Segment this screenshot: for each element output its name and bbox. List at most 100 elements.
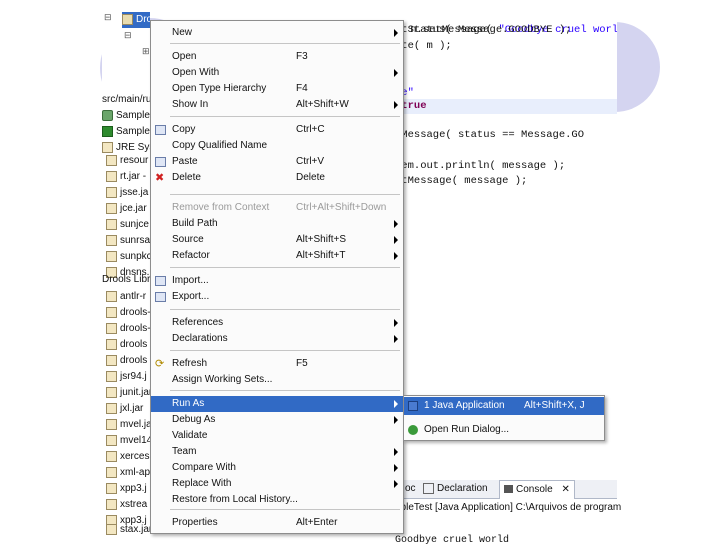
jar-icon (106, 370, 117, 382)
code-line: n.setMessage( "Goodbye cruel worl (410, 24, 617, 36)
menu-item-run-as[interactable]: Run As (151, 396, 403, 412)
menu-item-copy[interactable]: Copy Ctrl+C (151, 122, 403, 138)
menu-separator (170, 267, 400, 268)
tree-item[interactable]: xml-ap (106, 465, 150, 481)
menu-item-debug-as[interactable]: Debug As (151, 412, 403, 428)
tab-javadoc[interactable]: oc (405, 480, 416, 498)
menu-separator (170, 309, 400, 310)
tree-item[interactable]: drools- (106, 321, 150, 337)
menu-item-new[interactable]: New (151, 25, 403, 41)
tree-item[interactable]: xerces (106, 449, 149, 465)
submenu-arrow-icon (394, 335, 398, 343)
submenu-item-open-run-dialog[interactable]: Open Run Dialog... (404, 421, 604, 439)
menu-item-paste[interactable]: Paste Ctrl+V (151, 154, 403, 170)
jar-icon (106, 450, 117, 462)
project-icon (122, 13, 133, 25)
expand-toggle-icon[interactable]: ⊞ (142, 46, 150, 57)
import-icon (155, 276, 166, 286)
menu-item-compare-with[interactable]: Compare With (151, 460, 403, 476)
tree-item[interactable]: drools- (106, 305, 150, 321)
menu-item-show-in[interactable]: Show In Alt+Shift+W (151, 97, 403, 113)
close-icon[interactable]: ✕ (561, 484, 569, 495)
menu-separator (170, 116, 400, 117)
menu-item-references[interactable]: References (151, 315, 403, 331)
refresh-icon: ⟳ (155, 358, 165, 370)
menu-item-remove-from-context: Remove from Context Ctrl+Alt+Shift+Down (172, 202, 387, 213)
jar-icon (106, 322, 117, 334)
submenu-arrow-icon (394, 69, 398, 77)
menu-item-delete[interactable]: ✖ Delete Delete (151, 170, 403, 186)
tree-item[interactable]: sunpkc (106, 249, 150, 265)
tree-item[interactable]: sunjce (106, 217, 149, 233)
jar-icon (106, 250, 117, 262)
menu-item-refactor[interactable]: Refactor Alt+Shift+T (151, 248, 403, 264)
tree-item[interactable]: jce.jar (106, 201, 147, 217)
tree-item[interactable]: xpp3.j (106, 481, 147, 497)
tree-item[interactable]: Sample (102, 124, 150, 140)
bottom-views: oc Declaration Console ✕ ableTest [Java … (395, 480, 621, 540)
jar-icon (106, 434, 117, 446)
menu-item-refresh[interactable]: ⟳ Refresh F5 (151, 356, 403, 372)
menu-item-build-path[interactable]: Build Path (151, 216, 403, 232)
menu-item-open[interactable]: Open F3 (151, 49, 403, 65)
menu-separator (170, 43, 400, 44)
collapse-toggle-icon[interactable]: ⊟ (104, 12, 112, 23)
tree-item[interactable]: mvel14 (106, 433, 150, 449)
code-editor[interactable]: n.setMessage( "Goodbye cruel worl etStat… (395, 0, 617, 200)
menu-item-export[interactable]: Export... (151, 289, 403, 305)
tree-item[interactable]: drools (106, 353, 147, 369)
tree-item[interactable]: xstrea (106, 497, 147, 513)
tree-item[interactable]: sunrsa (106, 233, 150, 249)
tree-item[interactable]: rt.jar - (106, 169, 146, 185)
menu-item-open-type-hierarchy[interactable]: Open Type Hierarchy F4 (151, 81, 403, 97)
tree-item[interactable]: junit.jar (106, 385, 150, 401)
menu-item-open-with[interactable]: Open With (151, 65, 403, 81)
menu-item-properties[interactable]: Properties Alt+Enter (151, 515, 403, 531)
menu-item-declarations[interactable]: Declarations (151, 331, 403, 347)
console-icon (504, 485, 513, 494)
tree-item[interactable]: jxl.jar (106, 401, 143, 417)
menu-item-team[interactable]: Team (151, 444, 403, 460)
tree-item[interactable]: jsr94.j (106, 369, 147, 385)
jar-icon (106, 418, 117, 430)
code-line: etStatus( Message.GOODBYE ); (395, 24, 572, 36)
tree-item[interactable]: jsse.ja (106, 185, 148, 201)
jar-icon (106, 306, 117, 318)
tree-item[interactable]: antlr-r (106, 289, 146, 305)
tree-item[interactable]: src/main/ru (102, 92, 150, 108)
jar-icon (106, 186, 117, 198)
collapse-toggle-icon[interactable]: ⊟ (124, 30, 132, 41)
menu-item-validate[interactable]: Validate (151, 428, 403, 444)
menu-item-import[interactable]: Import... (151, 273, 403, 289)
tab-console[interactable]: Console ✕ (499, 480, 575, 499)
menu-item-assign-working-sets[interactable]: Assign Working Sets... (151, 372, 403, 388)
menu-item-source[interactable]: Source Alt+Shift+S (151, 232, 403, 248)
tree-item[interactable]: drools (106, 337, 147, 353)
jar-icon (106, 498, 117, 510)
menu-separator (170, 390, 400, 391)
java-app-icon (408, 401, 418, 411)
tree-item[interactable]: stax.jar (106, 522, 150, 538)
tab-declaration[interactable]: Declaration (423, 480, 488, 498)
menu-item-copy-qualified-name[interactable]: Copy Qualified Name (151, 138, 403, 154)
tree-item[interactable]: resour (106, 153, 148, 169)
jar-icon (106, 466, 117, 478)
menu-item-replace-with[interactable]: Replace With (151, 476, 403, 492)
tree-item[interactable]: Drools Libr (102, 272, 150, 288)
submenu-arrow-icon (394, 220, 398, 228)
submenu-item-java-application[interactable]: 1 Java Application Alt+Shift+X, J (404, 397, 604, 415)
code-line-highlighted: true (395, 99, 617, 114)
tree-item-project[interactable]: Drools Project (122, 12, 150, 28)
tree-item[interactable]: mvel.ja (106, 417, 150, 433)
submenu-arrow-icon (394, 101, 398, 109)
submenu-arrow-icon (394, 480, 398, 488)
jar-icon (106, 290, 117, 302)
menu-item-restore-from-local-history[interactable]: Restore from Local History... (151, 492, 403, 508)
submenu-arrow-icon (394, 29, 398, 37)
jar-icon (106, 402, 117, 414)
menu-separator (170, 194, 400, 195)
submenu-arrow-icon (394, 448, 398, 456)
tree-item[interactable]: Sample (102, 108, 150, 124)
run-as-submenu: 1 Java Application Alt+Shift+X, J Open R… (403, 395, 605, 441)
submenu-arrow-icon (394, 400, 398, 408)
